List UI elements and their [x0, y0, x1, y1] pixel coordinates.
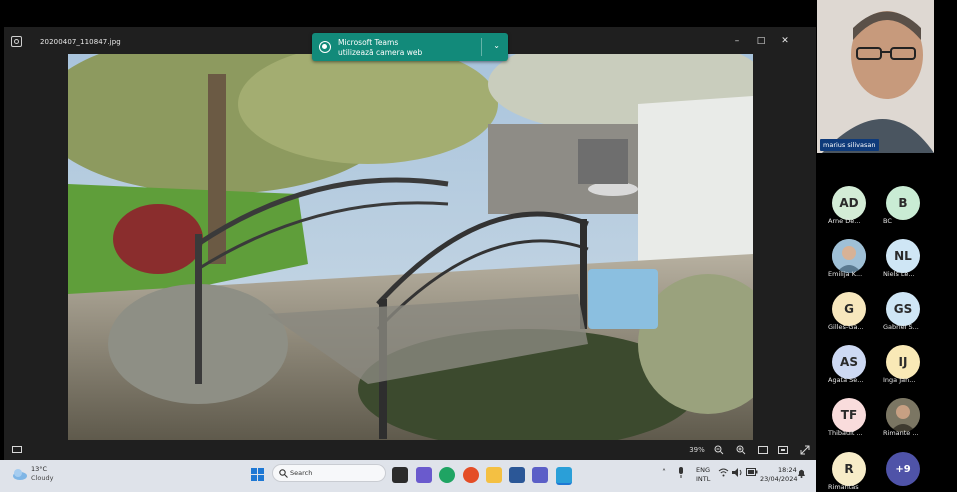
participant-name: Agata Se... — [828, 376, 864, 384]
garden-photo[interactable] — [68, 54, 753, 440]
toast-divider — [481, 38, 482, 56]
participant-photo — [886, 398, 920, 432]
file-name: 20200407_110847.jpg — [40, 38, 121, 46]
fullscreen-icon-shape — [800, 445, 810, 455]
zoom-out-icon-shape — [714, 445, 724, 455]
teams-icon[interactable] — [532, 467, 548, 483]
fit-window-icon[interactable] — [756, 443, 770, 457]
participant-photo — [832, 239, 866, 273]
participant-avatar[interactable]: TF — [832, 398, 866, 432]
zoom-in-icon-shape — [736, 445, 746, 455]
self-video-tile[interactable] — [817, 0, 934, 153]
weather-condition: Cloudy — [31, 474, 54, 482]
zoom-out-icon[interactable] — [712, 443, 726, 457]
participant-name: Thibault ... — [828, 429, 863, 437]
filmstrip-icon-shape — [12, 446, 22, 453]
participant-avatar[interactable]: NL — [886, 239, 920, 273]
start-icon[interactable] — [251, 468, 265, 482]
participant-name: BC — [883, 217, 892, 225]
participant-avatar[interactable]: AD — [832, 186, 866, 220]
teams-camera-toast[interactable]: Microsoft Teams utilizează camera web ⌄ — [312, 33, 508, 61]
zoom-level: 39% — [689, 446, 705, 454]
volume-icon[interactable] — [732, 468, 743, 477]
search-icon — [279, 469, 288, 478]
chrome-icon[interactable] — [463, 467, 479, 483]
maximize-button[interactable]: □ — [750, 31, 772, 51]
participant-avatar[interactable]: IJ — [886, 345, 920, 379]
taskbar-search-input[interactable]: Search — [272, 464, 386, 482]
clock-date[interactable]: 23/04/2024 — [760, 475, 797, 483]
chevron-up-icon[interactable]: ˄ — [662, 468, 666, 477]
minimize-button[interactable]: – — [726, 31, 748, 51]
self-name-badge: marius silivasan — [820, 139, 879, 151]
word-icon[interactable] — [509, 467, 525, 483]
toast-app-name: Microsoft Teams — [338, 38, 399, 47]
viewer-bottom-bar: 39% — [4, 440, 816, 460]
participant-avatar[interactable] — [886, 398, 920, 432]
actual-size-icon[interactable] — [776, 443, 790, 457]
cloud-icon — [13, 469, 27, 480]
microphone-icon[interactable] — [677, 467, 685, 478]
webcam-icon — [319, 41, 331, 53]
participant-name: Gilles-Ga... — [828, 323, 864, 331]
participant-name: Gabriel S... — [883, 323, 919, 331]
participant-name: Rimante ... — [883, 429, 919, 437]
windows-taskbar: 13°C Cloudy — [0, 460, 816, 492]
participant-name: Niels Le... — [883, 270, 915, 278]
participant-name: Emilija K... — [828, 270, 863, 278]
fit-window-icon-shape — [758, 446, 768, 454]
actual-size-icon-shape — [778, 446, 788, 454]
participant-name: Inga Jan... — [883, 376, 916, 384]
photos-icon[interactable] — [556, 467, 572, 485]
language-line1[interactable]: ENG — [696, 466, 710, 474]
file-explorer-icon[interactable] — [486, 467, 502, 483]
more-participants-badge[interactable]: +9 — [886, 452, 920, 486]
task-view-icon[interactable] — [392, 467, 408, 483]
edge-icon[interactable] — [439, 467, 455, 483]
participant-avatar[interactable]: GS — [886, 292, 920, 326]
filmstrip-icon[interactable] — [10, 443, 24, 457]
photos-app-icon — [11, 36, 22, 47]
close-button[interactable]: ✕ — [774, 31, 796, 51]
search-placeholder: Search — [290, 469, 313, 477]
battery-icon[interactable] — [746, 468, 758, 476]
participant-avatar[interactable]: G — [832, 292, 866, 326]
participant-name: Rimantas — [828, 483, 859, 491]
clock-time[interactable]: 18:24 — [778, 466, 797, 474]
language-line2[interactable]: INTL — [696, 475, 710, 483]
wifi-icon[interactable] — [718, 468, 729, 477]
participant-avatar[interactable]: AS — [832, 345, 866, 379]
zoom-in-icon[interactable] — [734, 443, 748, 457]
notification-bell-icon[interactable] — [797, 468, 806, 478]
photos-viewer-window: 20200407_110847.jpg – □ ✕ 39% — [4, 27, 816, 460]
participant-avatar[interactable]: R — [832, 452, 866, 486]
participant-avatar[interactable]: B — [886, 186, 920, 220]
garden-photo-drawing — [68, 54, 753, 440]
weather-temp: 13°C — [31, 465, 48, 473]
self-video-drawing — [817, 0, 934, 153]
participant-name: Arne De... — [828, 217, 861, 225]
teams-chat-icon[interactable] — [416, 467, 432, 483]
chevron-down-icon[interactable]: ⌄ — [493, 41, 500, 50]
toast-message: utilizează camera web — [338, 48, 423, 57]
fullscreen-icon[interactable] — [798, 443, 812, 457]
desktop-screen: 20200407_110847.jpg – □ ✕ 39% Microsoft … — [0, 0, 816, 492]
participant-avatar[interactable] — [832, 239, 866, 273]
